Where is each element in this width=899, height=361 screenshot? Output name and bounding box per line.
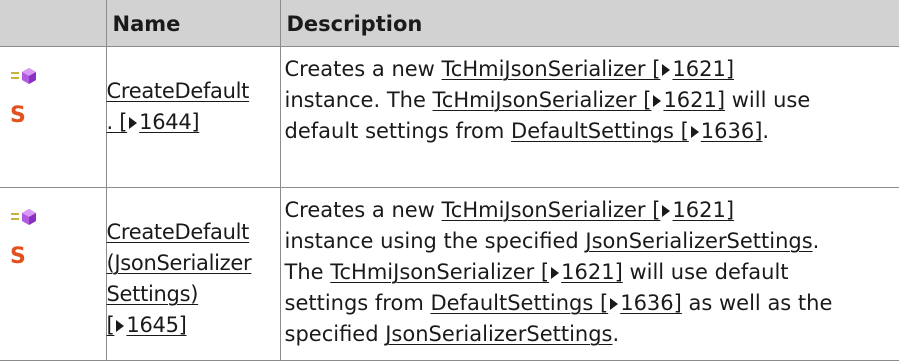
member-description-cell: Creates a new TcHmiJsonSerializer [ 1621]… bbox=[279, 187, 899, 361]
type-link[interactable]: TcHmiJsonSerializer [ 1621] bbox=[442, 57, 735, 81]
settings-type-link[interactable]: JsonSerializerSettings bbox=[385, 322, 612, 346]
name-line: CreateDefault bbox=[106, 220, 250, 244]
row-icons-cell: S bbox=[0, 46, 107, 188]
ref-arrow-icon bbox=[551, 266, 560, 279]
settings-type-link[interactable]: JsonSerializerSettings bbox=[585, 229, 812, 253]
table-header-row: Name Description bbox=[0, 0, 899, 47]
header-icon-cell bbox=[0, 0, 107, 47]
desc-text: specified bbox=[284, 322, 386, 346]
link-text: TcHmiJsonSerializer [ bbox=[330, 260, 550, 284]
static-icon: S bbox=[10, 244, 26, 269]
ref-arrow-icon bbox=[129, 116, 138, 129]
ref-arrow-icon bbox=[662, 63, 671, 76]
ref-prefix: [ bbox=[106, 313, 115, 337]
link-text: DefaultSettings [ bbox=[511, 119, 689, 143]
type-link[interactable]: TcHmiJsonSerializer [ 1621] bbox=[433, 88, 726, 112]
member-page-ref-link[interactable]: . [ 1644] bbox=[107, 110, 200, 134]
type-link[interactable]: TcHmiJsonSerializer [ 1621] bbox=[442, 198, 735, 222]
desc-text: The bbox=[284, 260, 331, 284]
name-line: (JsonSerializer bbox=[106, 251, 252, 275]
header-name: Name bbox=[105, 0, 281, 47]
ref-arrow-icon bbox=[610, 297, 619, 310]
desc-text: . bbox=[812, 229, 820, 253]
member-description-cell: Creates a new TcHmiJsonSerializer [1621]… bbox=[279, 46, 899, 188]
link-text: TcHmiJsonSerializer [ bbox=[441, 198, 661, 222]
ref-arrow-icon bbox=[690, 125, 699, 138]
type-link[interactable]: TcHmiJsonSerializer [ 1621] bbox=[330, 260, 623, 284]
table-row: S CreateDefault . [ 1644] Creates a new T… bbox=[0, 46, 899, 188]
settings-link[interactable]: DefaultSettings [ 1636] bbox=[430, 291, 681, 315]
link-text: DefaultSettings [ bbox=[430, 291, 609, 315]
table-row: S CreateDefault (JsonSerializer Settings… bbox=[0, 187, 899, 361]
member-name-link[interactable]: CreateDefault bbox=[107, 79, 250, 103]
desc-text: . bbox=[762, 119, 770, 143]
link-text: TcHmiJsonSerializer [ bbox=[441, 57, 661, 81]
desc-text: . bbox=[612, 322, 620, 346]
ref-page-number: 1644] bbox=[139, 110, 200, 134]
desc-text: will use default bbox=[622, 260, 789, 284]
desc-text: instance. The bbox=[284, 88, 433, 112]
row-icons-cell: S bbox=[0, 187, 107, 361]
desc-text: will use bbox=[725, 88, 811, 112]
desc-text: Creates a new bbox=[284, 198, 442, 222]
method-icon bbox=[11, 68, 36, 84]
header-description: Description bbox=[279, 0, 899, 47]
ref-page-number: 1636] bbox=[620, 291, 682, 315]
ref-page-number: 1621] bbox=[561, 260, 623, 284]
ref-page-number: 1636] bbox=[700, 119, 763, 143]
method-icon bbox=[11, 209, 36, 225]
ref-page-number: 1621] bbox=[672, 57, 735, 81]
desc-text: settings from bbox=[284, 291, 431, 315]
member-name-cell: CreateDefault . [ 1644] bbox=[105, 46, 281, 188]
member-name-cell: CreateDefault (JsonSerializer Settings) … bbox=[105, 187, 281, 361]
desc-text: default settings from bbox=[284, 119, 512, 143]
ref-arrow-icon bbox=[653, 94, 662, 107]
desc-text: as well as the bbox=[681, 291, 833, 315]
desc-text: Creates a new bbox=[284, 57, 442, 81]
link-text: TcHmiJsonSerializer [ bbox=[432, 88, 652, 112]
ref-page-number: 1621] bbox=[672, 198, 735, 222]
ref-prefix: . [ bbox=[106, 110, 128, 134]
ref-arrow-icon bbox=[116, 319, 125, 332]
member-name-link[interactable]: CreateDefault (JsonSerializer Settings) … bbox=[107, 217, 280, 341]
ref-page-number: 1645] bbox=[126, 313, 187, 337]
members-table: Name Description S CreateDefault . [1644… bbox=[0, 0, 899, 361]
desc-text: instance using the specified bbox=[284, 229, 586, 253]
static-icon: S bbox=[10, 103, 26, 128]
ref-page-number: 1621] bbox=[663, 88, 726, 112]
settings-link[interactable]: DefaultSettings [ 1636] bbox=[511, 119, 762, 143]
name-line: Settings) bbox=[106, 282, 199, 306]
ref-arrow-icon bbox=[662, 204, 671, 217]
